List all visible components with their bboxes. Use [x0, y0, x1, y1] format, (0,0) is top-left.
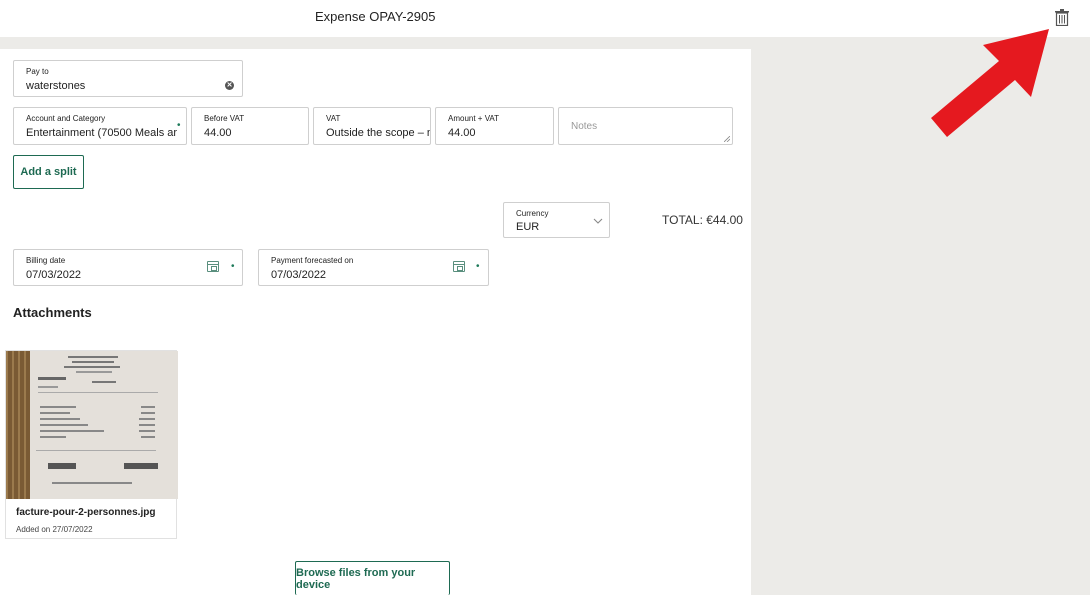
before-vat-label: Before VAT — [204, 114, 245, 123]
currency-select[interactable]: Currency EUR — [503, 202, 610, 238]
account-category-field[interactable]: Account and Category Entertainment (7050… — [13, 107, 187, 145]
browse-files-button[interactable]: Browse files from your device — [295, 561, 450, 595]
page-title: Expense OPAY-2905 — [315, 9, 436, 24]
account-category-label: Account and Category — [26, 114, 106, 123]
required-marker: • — [231, 261, 235, 272]
account-category-value: Entertainment (70500 Meals ar — [26, 127, 178, 139]
add-split-button[interactable]: Add a split — [13, 155, 84, 189]
required-marker: • — [177, 120, 181, 131]
currency-label: Currency — [516, 209, 549, 218]
required-marker: • — [476, 261, 480, 272]
vat-label: VAT — [326, 114, 341, 123]
chevron-down-icon — [593, 218, 603, 224]
red-arrow-annotation — [931, 29, 1049, 137]
total-amount: TOTAL: €44.00 — [662, 213, 743, 227]
pay-to-label: Pay to — [26, 67, 49, 76]
amount-vat-value: 44.00 — [448, 127, 476, 139]
amount-vat-label: Amount + VAT — [448, 114, 500, 123]
pay-to-value: waterstones — [26, 80, 86, 92]
notes-placeholder: Notes — [571, 121, 598, 132]
receipt-thumbnail[interactable] — [6, 351, 178, 499]
attachment-card[interactable]: facture-pour-2-personnes.jpg Added on 27… — [5, 350, 178, 539]
clear-icon[interactable]: ✕ — [225, 81, 234, 90]
billing-date-field[interactable]: Billing date 07/03/2022 • — [13, 249, 243, 286]
attachment-file-name[interactable]: facture-pour-2-personnes.jpg — [16, 507, 155, 518]
pay-to-field[interactable]: Pay to waterstones ✕ — [13, 60, 243, 97]
billing-date-label: Billing date — [26, 256, 66, 265]
vat-field[interactable]: VAT Outside the scope – n — [313, 107, 431, 145]
attachments-title: Attachments — [13, 305, 92, 320]
before-vat-field[interactable]: Before VAT 44.00 — [191, 107, 309, 145]
payment-forecast-label: Payment forecasted on — [271, 256, 354, 265]
currency-value: EUR — [516, 221, 540, 233]
billing-date-value: 07/03/2022 — [26, 269, 82, 281]
payment-forecast-field[interactable]: Payment forecasted on 07/03/2022 • — [258, 249, 489, 286]
calendar-icon[interactable] — [207, 261, 219, 272]
attachment-added-date: Added on 27/07/2022 — [16, 525, 93, 534]
amount-vat-field[interactable]: Amount + VAT 44.00 — [435, 107, 554, 145]
trash-icon[interactable] — [1055, 9, 1069, 27]
resize-handle-icon[interactable] — [724, 136, 730, 142]
before-vat-value: 44.00 — [204, 127, 232, 139]
vat-value: Outside the scope – n — [326, 127, 430, 139]
payment-forecast-value: 07/03/2022 — [271, 269, 327, 281]
calendar-icon[interactable] — [453, 261, 465, 272]
notes-field[interactable]: Notes — [558, 107, 733, 145]
